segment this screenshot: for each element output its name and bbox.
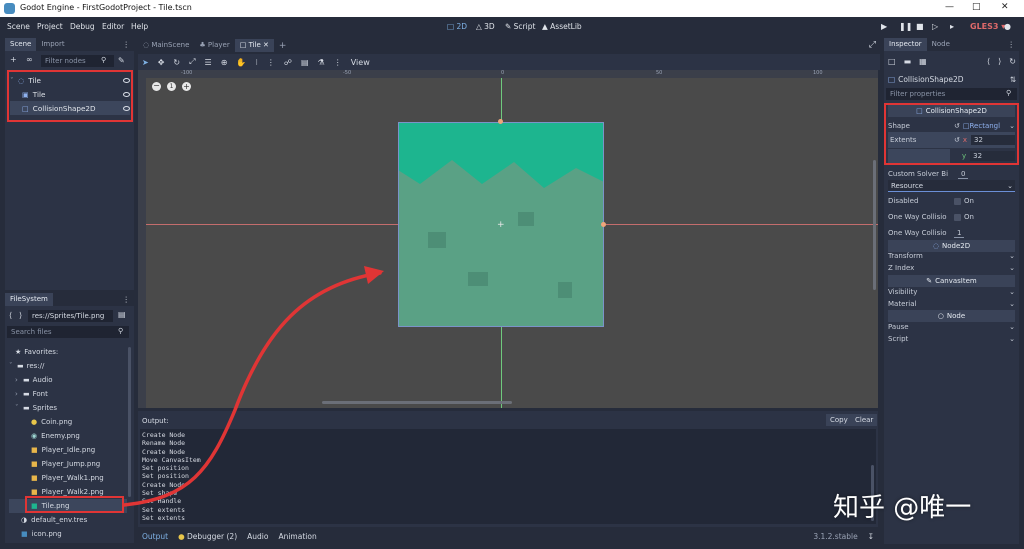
watermark: 知乎 @唯一 [833,493,972,523]
annotation-arrow [122,266,384,507]
